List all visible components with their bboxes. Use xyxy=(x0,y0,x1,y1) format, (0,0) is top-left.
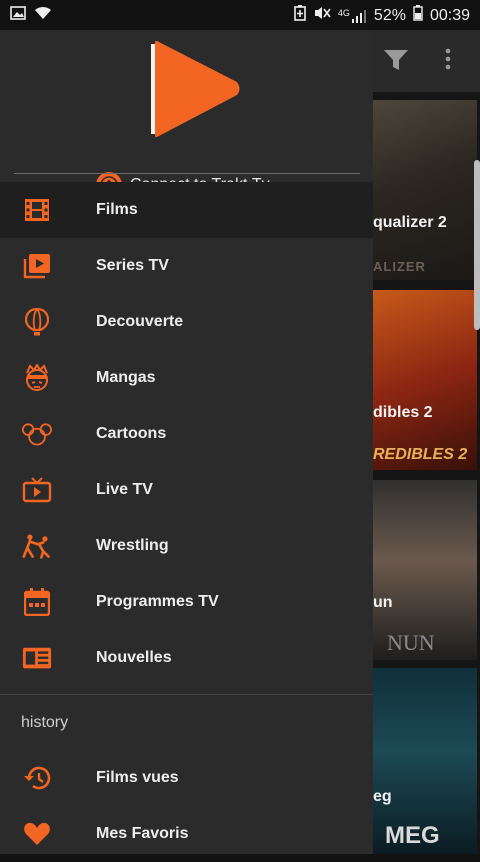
history-icon xyxy=(22,763,52,793)
menu-item-live-tv[interactable]: Live TV xyxy=(0,462,373,518)
poster-title: eg xyxy=(373,788,392,805)
menu-item-films[interactable]: Films xyxy=(0,182,373,238)
poster-art-text: ALIZER xyxy=(373,259,426,274)
menu-item-decouverte[interactable]: Decouverte xyxy=(0,294,373,350)
menu-item-programmes-tv[interactable]: Programmes TV xyxy=(0,574,373,630)
balloon-icon xyxy=(22,307,52,337)
menu-label: Mangas xyxy=(96,369,156,386)
battery-saver-icon xyxy=(294,5,306,26)
video-library-icon xyxy=(22,251,52,281)
poster-title: un xyxy=(373,594,393,611)
menu-item-mangas[interactable]: Mangas xyxy=(0,350,373,406)
battery-icon xyxy=(413,5,423,26)
menu-label: Wrestling xyxy=(96,537,169,554)
clock: 00:39 xyxy=(429,6,470,24)
poster-art-text: MEG xyxy=(385,822,440,849)
menu-item-series-tv[interactable]: Series TV xyxy=(0,238,373,294)
mute-icon xyxy=(313,5,331,26)
movie-poster[interactable]: eg MEG xyxy=(373,668,477,854)
mouse-ears-icon xyxy=(22,419,52,449)
filter-icon[interactable] xyxy=(383,48,409,77)
poster-title: qualizer 2 xyxy=(373,214,447,231)
poster-title: dibles 2 xyxy=(373,404,433,421)
menu-item-wrestling[interactable]: Wrestling xyxy=(0,518,373,574)
menu-label: Decouverte xyxy=(96,313,184,330)
menu-label: Programmes TV xyxy=(96,593,219,610)
history-section-title: history xyxy=(21,714,69,731)
movie-poster[interactable]: dibles 2 REDIBLES 2 xyxy=(373,290,477,470)
poster-art-text: REDIBLES 2 xyxy=(373,446,468,463)
menu-item-nouvelles[interactable]: Nouvelles xyxy=(0,630,373,686)
wrestling-icon xyxy=(22,531,52,561)
movie-poster[interactable]: qualizer 2 ALIZER xyxy=(373,100,477,280)
menu-label: Series TV xyxy=(96,257,169,274)
image-icon xyxy=(10,6,26,25)
play-logo-icon xyxy=(143,40,243,138)
more-vert-icon[interactable] xyxy=(445,48,451,75)
status-bar: 4G 52% 00:39 xyxy=(0,0,480,30)
calendar-icon xyxy=(22,587,52,617)
menu-item-cartoons[interactable]: Cartoons xyxy=(0,406,373,462)
menu-label: Films xyxy=(96,201,138,218)
movie-poster[interactable]: un NUN xyxy=(373,480,477,660)
header-divider xyxy=(14,173,360,174)
heart-icon xyxy=(22,819,52,849)
film-icon xyxy=(22,195,52,225)
wifi-icon xyxy=(34,6,52,25)
manga-face-icon xyxy=(22,363,52,393)
section-divider xyxy=(0,694,373,695)
menu-label: Films vues xyxy=(96,769,179,786)
news-icon xyxy=(22,643,52,673)
menu-item-films-vues[interactable]: Films vues xyxy=(0,750,373,806)
menu-label: Nouvelles xyxy=(96,649,172,666)
network-label: 4G xyxy=(337,7,350,18)
menu-label: Mes Favoris xyxy=(96,825,189,842)
navigation-drawer: Connect to Trakt.Tv Films Series TV Deco… xyxy=(0,30,373,854)
battery-percent: 52% xyxy=(373,6,406,24)
menu-label: Live TV xyxy=(96,481,153,498)
background-toolbar xyxy=(373,30,480,92)
poster-art-text: NUN xyxy=(387,630,435,655)
4g-signal-icon: 4G xyxy=(337,7,367,23)
menu-label: Cartoons xyxy=(96,425,167,442)
live-tv-icon xyxy=(22,475,52,505)
scrollbar[interactable] xyxy=(474,160,480,330)
